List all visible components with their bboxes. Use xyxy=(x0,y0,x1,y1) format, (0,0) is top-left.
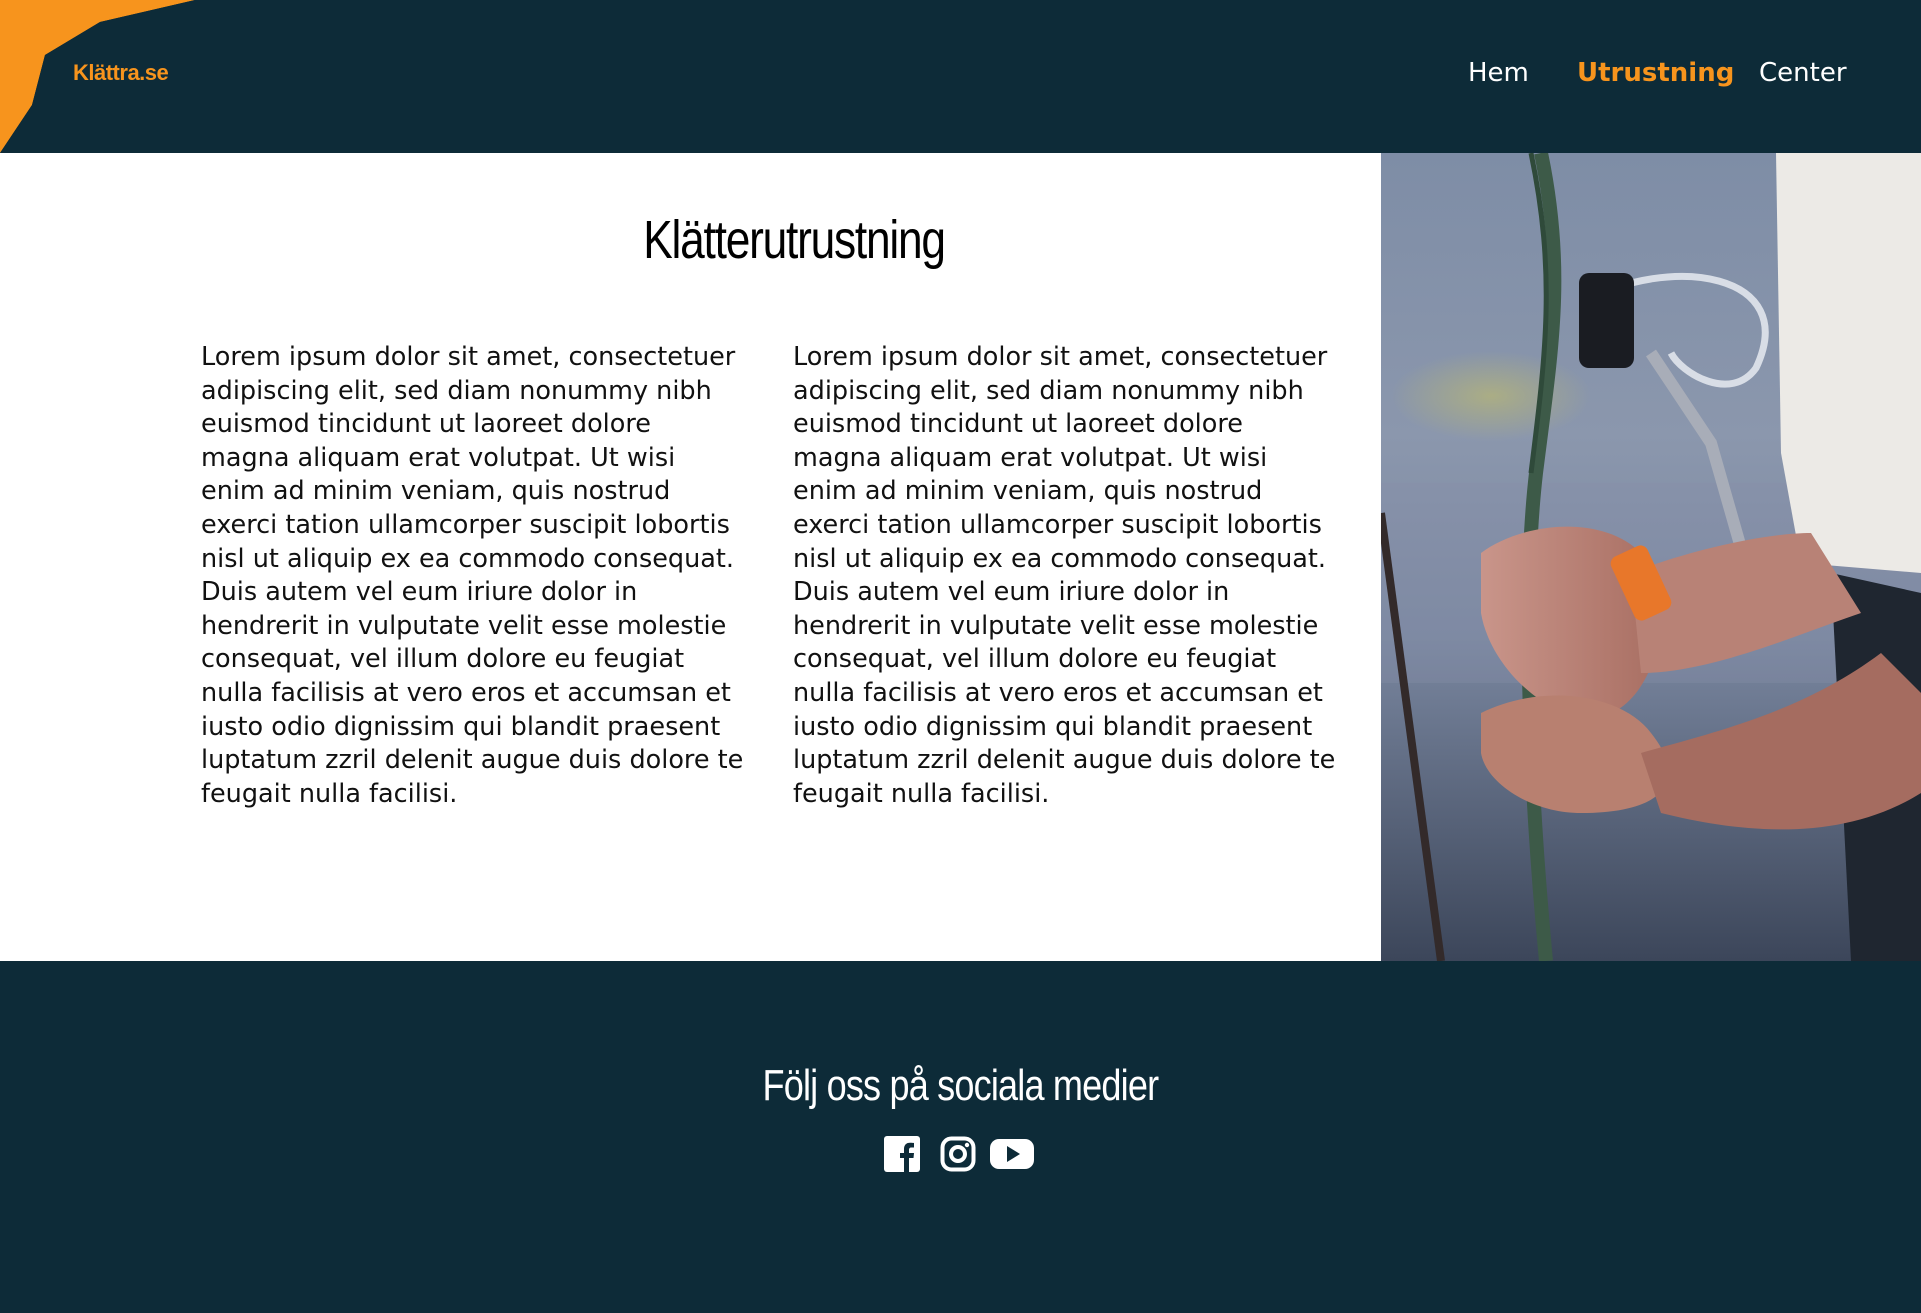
page-title: Klätterutrustning xyxy=(643,210,946,270)
text-column-2: Lorem ipsum dolor sit amet, consectetuer… xyxy=(793,342,1336,809)
main-nav: Hem Utrustning Center xyxy=(0,58,1921,98)
text-column-1: Lorem ipsum dolor sit amet, consectetuer… xyxy=(201,342,744,809)
nav-item-center[interactable]: Center xyxy=(1759,58,1847,88)
climber-photo xyxy=(1381,153,1921,961)
nav-item-utrustning[interactable]: Utrustning xyxy=(1577,58,1734,88)
main-content: Klätterutrustning Lorem ipsum dolor sit … xyxy=(0,153,1381,961)
site-footer: Följ oss på sociala medier xyxy=(0,961,1921,1313)
social-heading: Följ oss på sociala medier xyxy=(762,1061,1160,1110)
social-links xyxy=(0,1136,1921,1180)
instagram-icon[interactable] xyxy=(940,1136,976,1176)
site-header: Klättra.se Hem Utrustning Center xyxy=(0,0,1921,153)
nav-item-hem[interactable]: Hem xyxy=(1468,58,1529,88)
youtube-icon[interactable] xyxy=(990,1136,1034,1176)
facebook-icon[interactable] xyxy=(884,1136,920,1176)
